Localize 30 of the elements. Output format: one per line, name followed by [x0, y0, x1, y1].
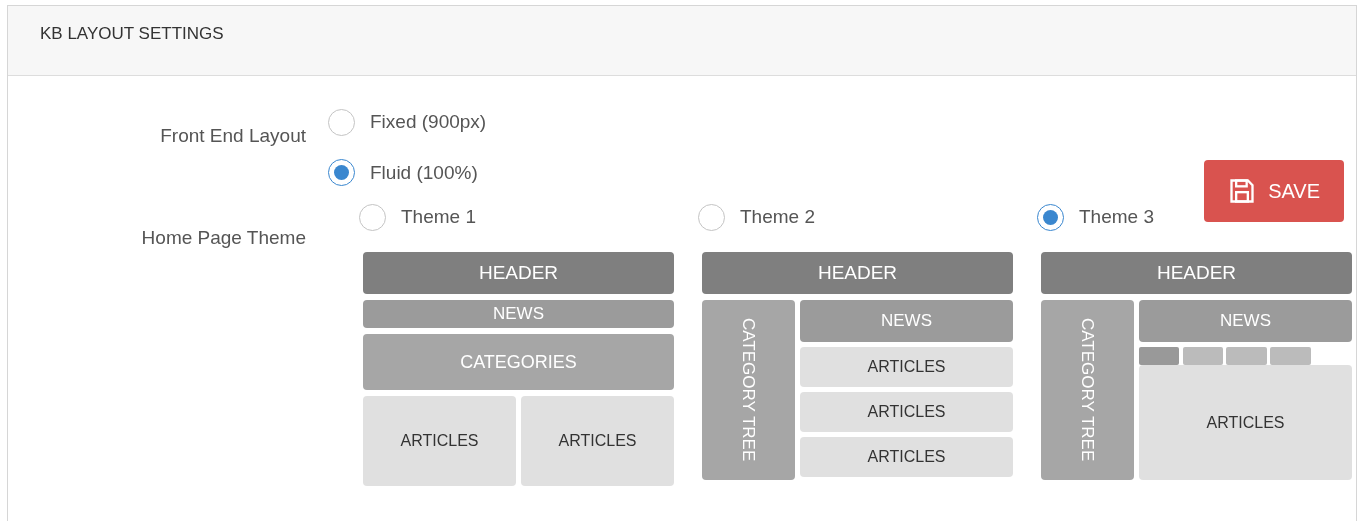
radio-label[interactable]: Theme 3 — [1079, 202, 1154, 232]
radio-button[interactable] — [1037, 203, 1064, 231]
articles-block: ARTICLES — [521, 396, 674, 486]
category-tree-block: CATEGORY TREE — [702, 300, 795, 480]
radio-label[interactable]: Fluid (100%) — [370, 158, 478, 187]
save-icon — [1228, 177, 1257, 205]
articles-block: ARTICLES — [800, 437, 1013, 477]
radio-button[interactable] — [698, 203, 725, 231]
category-tree-block: CATEGORY TREE — [1041, 300, 1134, 480]
save-button[interactable]: SAVE — [1204, 160, 1344, 222]
radio-label[interactable]: Fixed (900px) — [370, 108, 487, 137]
articles-block: ARTICLES — [363, 396, 516, 486]
radio-button[interactable] — [328, 108, 355, 136]
radio-label[interactable]: Theme 2 — [740, 202, 815, 232]
radio-label[interactable]: Theme 1 — [401, 202, 476, 232]
header-block: HEADER — [1041, 252, 1352, 294]
header-block: HEADER — [702, 252, 1013, 294]
news-block: NEWS — [1139, 300, 1352, 342]
articles-block: ARTICLES — [800, 347, 1013, 387]
categories-block: CATEGORIES — [363, 334, 674, 390]
field-label: Front End Layout — [160, 124, 306, 148]
field-label: Home Page Theme — [141, 226, 306, 250]
articles-block: ARTICLES — [1139, 365, 1352, 480]
news-block: NEWS — [363, 300, 674, 328]
panel-title: KB LAYOUT SETTINGS — [40, 22, 224, 45]
articles-block: ARTICLES — [800, 392, 1013, 432]
header-block: HEADER — [363, 252, 674, 294]
news-block: NEWS — [800, 300, 1013, 342]
radio-button[interactable] — [359, 203, 386, 231]
radio-button[interactable] — [328, 159, 355, 187]
